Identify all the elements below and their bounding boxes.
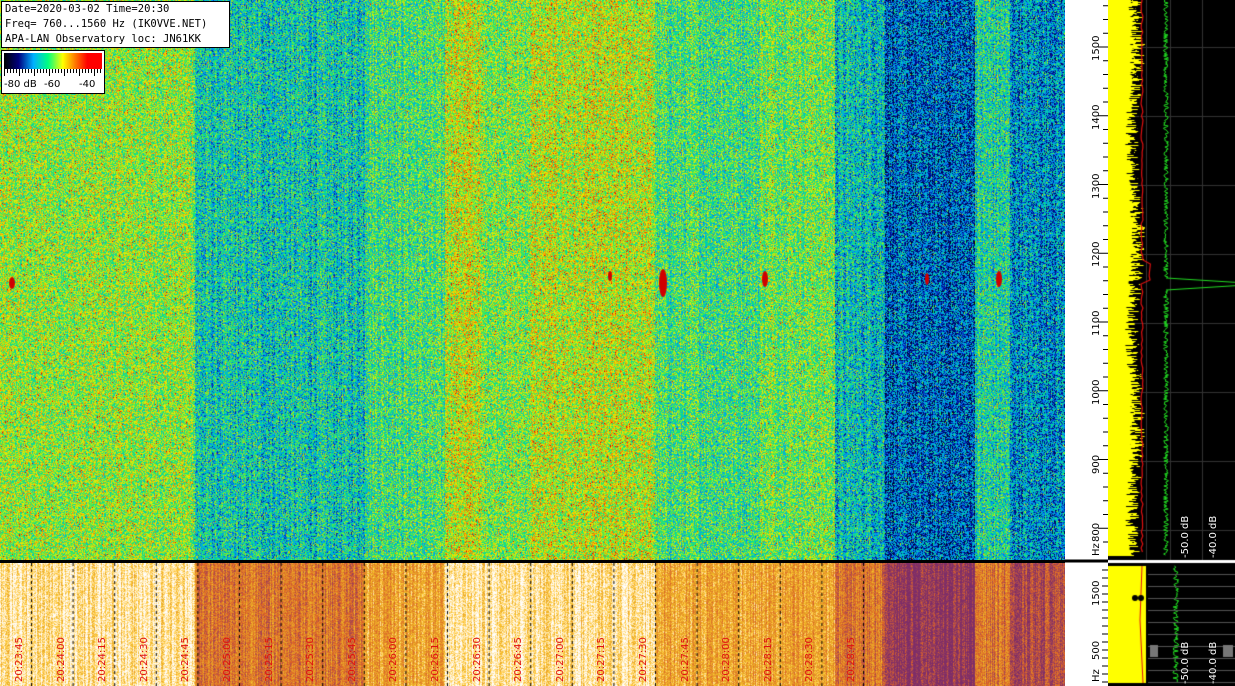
time-label: 20:28:30: [804, 637, 816, 682]
frequency-axis: 1500 1400 1300 1200 1100 1000 900 800 Hz 1500 500 H…: [1065, 0, 1108, 686]
info-observatory: APA-LAN Observatory loc: JN61KK: [5, 33, 201, 45]
time-label: 20:23:45: [14, 637, 25, 682]
frequency-tick-label: 1200: [1091, 241, 1102, 268]
time-label: 20:28:15: [762, 637, 774, 682]
scale-mid-label: -60: [44, 79, 61, 90]
frequency-unit-label: Hz: [1091, 543, 1102, 556]
time-label: 20:25:45: [346, 637, 358, 682]
color-scale-bar: [4, 53, 102, 69]
waterfall-spectrogram[interactable]: [0, 0, 1065, 560]
frequency-tick-label: 900: [1091, 454, 1102, 474]
db-scale-label: -40.0 dB: [1208, 641, 1219, 684]
frequency-tick-label: 1100: [1091, 310, 1102, 336]
scale-min-label: -80 dB: [4, 79, 37, 90]
time-label: 20:27:00: [554, 637, 566, 682]
wideband-tick-label: 1500: [1091, 580, 1102, 606]
color-scale-ticks: [4, 69, 101, 76]
time-label: 20:27:30: [638, 637, 649, 682]
wideband-tick-label: 500: [1091, 640, 1102, 660]
wideband-spectrogram[interactable]: [0, 563, 1065, 686]
time-label: 20:25:30: [305, 637, 317, 682]
time-label: 20:24:15: [97, 637, 109, 682]
time-label: 20:26:45: [513, 637, 525, 682]
info-box: Date=2020-03-02 Time=20:30 Freq= 760...1…: [1, 1, 230, 48]
db-scale-label: -50.0 dB: [1180, 515, 1191, 558]
time-label: 20:24:45: [180, 637, 192, 682]
frequency-tick-label: 1400: [1091, 104, 1102, 130]
spectrum-profile: [1108, 0, 1235, 686]
info-frequency: Freq= 760...1560 Hz (IK0VVE.NET): [5, 18, 208, 30]
wideband-unit-label: Hz: [1091, 669, 1102, 682]
color-scale-legend: -80 dB -60 -40: [1, 50, 105, 94]
time-label: 20:28:00: [721, 637, 733, 682]
time-label: 20:27:45: [679, 637, 691, 682]
time-label: 20:26:00: [388, 637, 400, 682]
frequency-tick-label: 800: [1091, 523, 1102, 543]
time-label: 20:25:00: [222, 637, 233, 682]
time-label: 20:26:30: [471, 637, 483, 682]
scale-max-label: -40: [79, 79, 96, 90]
db-scale-label: -50.0 dB: [1180, 641, 1191, 684]
time-label: 20:24:30: [138, 637, 150, 682]
time-label: 20:27:15: [596, 637, 608, 682]
frequency-tick-label: 1500: [1091, 35, 1102, 61]
info-date-time: Date=2020-03-02 Time=20:30: [5, 3, 170, 15]
db-scale-label: -40.0 dB: [1208, 515, 1219, 558]
time-label: 20:28:45: [846, 637, 857, 682]
time-label: 20:26:15: [430, 637, 441, 682]
frequency-tick-label: 1300: [1091, 173, 1102, 199]
time-label: 20:25:15: [263, 637, 275, 682]
frequency-tick-label: 1000: [1091, 379, 1102, 405]
time-label: 20:24:00: [55, 637, 67, 682]
